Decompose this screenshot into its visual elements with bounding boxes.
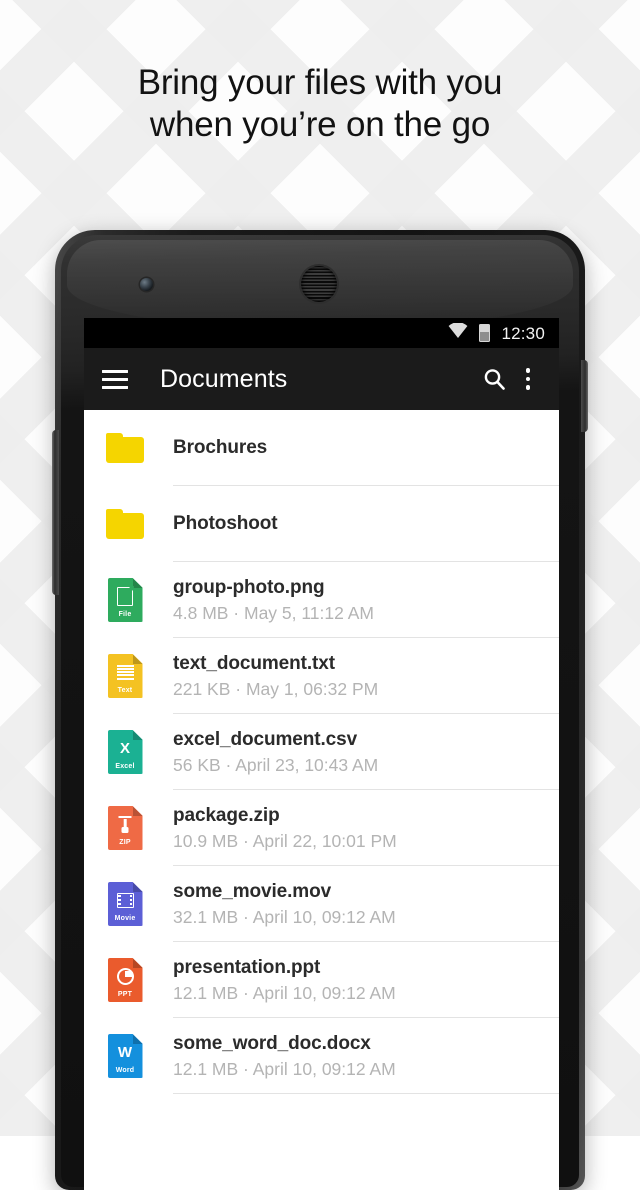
file-name: presentation.ppt <box>173 956 321 978</box>
list-divider <box>173 1093 559 1094</box>
file-text-icon: Text <box>100 654 150 698</box>
headline-line-2: when you’re on the go <box>149 105 491 144</box>
file-list-item-text: excel_document.csv 56 KB · April 23, 10:4… <box>173 728 378 777</box>
page-title: Bring your files with you when you’re on… <box>0 62 640 146</box>
file-meta: 221 KB · May 1, 06:32 PM <box>173 678 379 699</box>
file-list-item[interactable]: File group-photo.png 4.8 MB · May 5, 11:12… <box>84 562 559 638</box>
volume-rocker-button[interactable] <box>52 430 59 595</box>
file-list-item-text: presentation.ppt 12.1 MB · April 10, 09:1… <box>173 956 396 1005</box>
file-name: some_word_doc.docx <box>173 1032 371 1054</box>
headline-line-1: Bring your files with you <box>137 63 503 102</box>
file-name: excel_document.csv <box>173 728 358 750</box>
battery-icon <box>479 324 491 342</box>
phone-mockup: 12:30 Documents Brochures Photoshoot File g… <box>52 230 588 1190</box>
file-name: Brochures <box>173 437 268 458</box>
file-list-item-text: some_word_doc.docx 12.1 MB · April 10, 09… <box>173 1032 396 1081</box>
file-list-item[interactable]: ZIP package.zip 10.9 MB · April 22, 10:01 … <box>84 790 559 866</box>
phone-screen: 12:30 Documents Brochures Photoshoot File g… <box>84 318 559 1190</box>
file-list-item-text: group-photo.png 4.8 MB · May 5, 11:12 AM <box>173 576 374 625</box>
file-list-item[interactable]: W Word some_word_doc.docx 12.1 MB · April 1… <box>84 1018 559 1094</box>
file-list-item-text: Brochures <box>173 435 267 461</box>
file-page-icon: File <box>100 578 150 622</box>
search-icon[interactable] <box>477 359 511 399</box>
app-bar-title: Documents <box>160 364 288 393</box>
file-name: group-photo.png <box>173 576 325 598</box>
file-meta: 12.1 MB · April 10, 09:12 AM <box>173 1058 396 1079</box>
file-meta: 12.1 MB · April 10, 09:12 AM <box>173 982 396 1003</box>
overflow-menu-icon[interactable] <box>511 359 545 399</box>
file-list-item[interactable]: X Excel excel_document.csv 56 KB · April 23… <box>84 714 559 790</box>
file-list-item[interactable]: Movie some_movie.mov 32.1 MB · April 10, 0… <box>84 866 559 942</box>
file-powerpoint-icon: PPT <box>100 958 150 1002</box>
status-bar-clock: 12:30 <box>501 323 545 343</box>
status-bar: 12:30 <box>84 318 559 348</box>
front-camera-icon <box>140 278 153 291</box>
file-excel-icon: X Excel <box>100 730 150 774</box>
file-name: Photoshoot <box>173 513 278 534</box>
folder-icon <box>100 433 150 463</box>
file-list-item-text: Photoshoot <box>173 511 278 537</box>
file-word-icon: W Word <box>100 1034 150 1078</box>
file-zip-icon: ZIP <box>100 806 150 850</box>
file-meta: 32.1 MB · April 10, 09:12 AM <box>173 906 396 927</box>
wifi-icon <box>448 322 468 343</box>
hamburger-menu-icon[interactable] <box>102 369 128 389</box>
file-name: package.zip <box>173 804 280 826</box>
file-list-item[interactable]: Photoshoot <box>84 486 559 562</box>
file-meta: 10.9 MB · April 22, 10:01 PM <box>173 830 397 851</box>
file-name: some_movie.mov <box>173 880 332 902</box>
file-list[interactable]: Brochures Photoshoot File group-photo.png 4.… <box>84 410 559 1190</box>
file-movie-icon: Movie <box>100 882 150 926</box>
power-button[interactable] <box>581 360 588 432</box>
file-list-item-text: some_movie.mov 32.1 MB · April 10, 09:12 … <box>173 880 396 929</box>
file-name: text_document.txt <box>173 652 335 674</box>
app-bar: Documents <box>84 348 559 410</box>
file-list-item[interactable]: Brochures <box>84 410 559 486</box>
folder-icon <box>100 509 150 539</box>
file-list-item-text: text_document.txt 221 KB · May 1, 06:32 P… <box>173 652 378 701</box>
file-list-item[interactable]: PPT presentation.ppt 12.1 MB · April 10, 0… <box>84 942 559 1018</box>
earpiece-speaker-icon <box>301 266 337 302</box>
file-list-item[interactable]: Text text_document.txt 221 KB · May 1, 06:… <box>84 638 559 714</box>
file-list-item-text: package.zip 10.9 MB · April 22, 10:01 PM <box>173 804 397 853</box>
file-meta: 4.8 MB · May 5, 11:12 AM <box>173 602 375 623</box>
file-meta: 56 KB · April 23, 10:43 AM <box>173 754 379 775</box>
